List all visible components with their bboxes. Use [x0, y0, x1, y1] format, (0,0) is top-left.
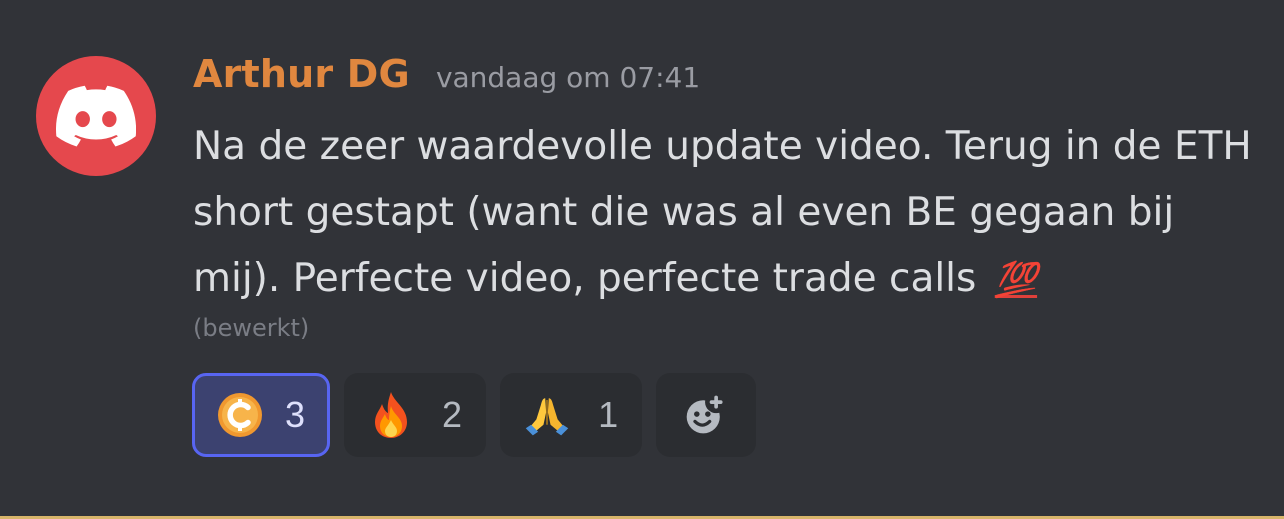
edited-label: (bewerkt): [193, 314, 310, 342]
chat-message: Arthur DG vandaag om 07:41 Na de zeer wa…: [0, 0, 1284, 519]
avatar[interactable]: [36, 56, 156, 176]
add-reaction-icon: [683, 391, 729, 438]
reaction-count: 1: [598, 394, 619, 435]
add-reaction-button[interactable]: [656, 373, 757, 457]
reactions-bar: 3 2 1: [192, 373, 757, 457]
message-header: Arthur DG vandaag om 07:41: [193, 52, 700, 96]
reaction-count: 2: [442, 394, 463, 435]
username[interactable]: Arthur DG: [193, 52, 410, 96]
message-text: Na de zeer waardevolle update video. Ter…: [193, 124, 1252, 301]
hundred-points-emoji: 💯: [994, 260, 1038, 300]
reaction-pray[interactable]: 1: [500, 373, 643, 457]
reaction-fire[interactable]: 2: [344, 373, 487, 457]
message-content: Na de zeer waardevolle update video. Ter…: [193, 114, 1263, 313]
discord-logo-icon: [56, 85, 136, 147]
reaction-count: 3: [285, 394, 306, 435]
praying-hands-emoji-icon: [524, 392, 570, 438]
reaction-coin[interactable]: 3: [192, 373, 331, 457]
coin-c-icon: [217, 392, 263, 438]
fire-emoji-icon: [368, 392, 414, 438]
timestamp: vandaag om 07:41: [435, 61, 701, 94]
